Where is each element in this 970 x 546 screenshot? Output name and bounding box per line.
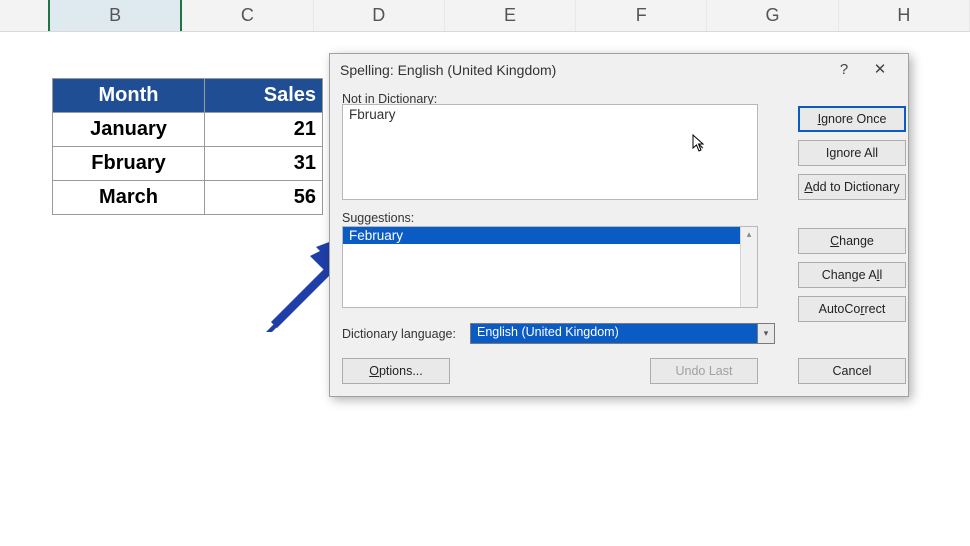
column-header-C[interactable]: C: [182, 0, 313, 31]
column-header-row: B C D E F G H: [0, 0, 970, 32]
dictionary-language-label: Dictionary language:: [342, 327, 470, 341]
chevron-down-icon[interactable]: ▾: [757, 323, 775, 344]
suggestion-item[interactable]: February: [343, 227, 757, 244]
column-header-D[interactable]: D: [314, 0, 445, 31]
dictionary-language-row: Dictionary language: English (United Kin…: [342, 323, 758, 344]
column-header-B[interactable]: B: [48, 0, 182, 31]
cell-sales[interactable]: 31: [205, 147, 323, 181]
not-in-dictionary-input[interactable]: Fbruary: [342, 104, 758, 200]
autocorrect-button[interactable]: AutoCorrect: [798, 296, 906, 322]
help-button[interactable]: ?: [826, 54, 862, 86]
spelling-dialog: Spelling: English (United Kingdom) ? ✕ N…: [329, 53, 909, 397]
ignore-once-button[interactable]: Ignore Once: [798, 106, 906, 132]
dictionary-language-select[interactable]: English (United Kingdom) ▾: [470, 323, 758, 344]
cell-sales[interactable]: 21: [205, 113, 323, 147]
suggestions-label: Suggestions:: [342, 211, 414, 225]
column-header-G[interactable]: G: [707, 0, 838, 31]
cell-month[interactable]: January: [53, 113, 205, 147]
cell-month[interactable]: March: [53, 181, 205, 215]
table-header-row: Month Sales: [53, 79, 323, 113]
data-table: Month Sales January 21 Fbruary 31 March …: [52, 78, 323, 215]
header-spacer: [0, 0, 48, 31]
suggestions-scrollbar[interactable]: ▴: [740, 227, 757, 307]
column-header-F[interactable]: F: [576, 0, 707, 31]
change-button[interactable]: Change: [798, 228, 906, 254]
suggestions-listbox[interactable]: February ▴: [342, 226, 758, 308]
table-row: Fbruary 31: [53, 147, 323, 181]
header-month[interactable]: Month: [53, 79, 205, 113]
cell-sales[interactable]: 56: [205, 181, 323, 215]
cell-month[interactable]: Fbruary: [53, 147, 205, 181]
close-button[interactable]: ✕: [862, 54, 898, 86]
cancel-button[interactable]: Cancel: [798, 358, 906, 384]
change-all-button[interactable]: Change All: [798, 262, 906, 288]
scroll-up-icon[interactable]: ▴: [747, 227, 752, 240]
dictionary-language-value: English (United Kingdom): [477, 325, 619, 339]
table-row: January 21: [53, 113, 323, 147]
header-sales[interactable]: Sales: [205, 79, 323, 113]
dialog-title-text: Spelling: English (United Kingdom): [340, 54, 826, 86]
ignore-all-button[interactable]: Ignore All: [798, 140, 906, 166]
column-header-E[interactable]: E: [445, 0, 576, 31]
column-header-H[interactable]: H: [839, 0, 970, 31]
undo-last-button: Undo Last: [650, 358, 758, 384]
add-to-dictionary-button[interactable]: Add to Dictionary: [798, 174, 906, 200]
options-button[interactable]: Options...: [342, 358, 450, 384]
dialog-titlebar[interactable]: Spelling: English (United Kingdom) ? ✕: [330, 54, 908, 86]
dialog-body: Not in Dictionary: Fbruary Suggestions: …: [330, 86, 908, 116]
table-row: March 56: [53, 181, 323, 215]
